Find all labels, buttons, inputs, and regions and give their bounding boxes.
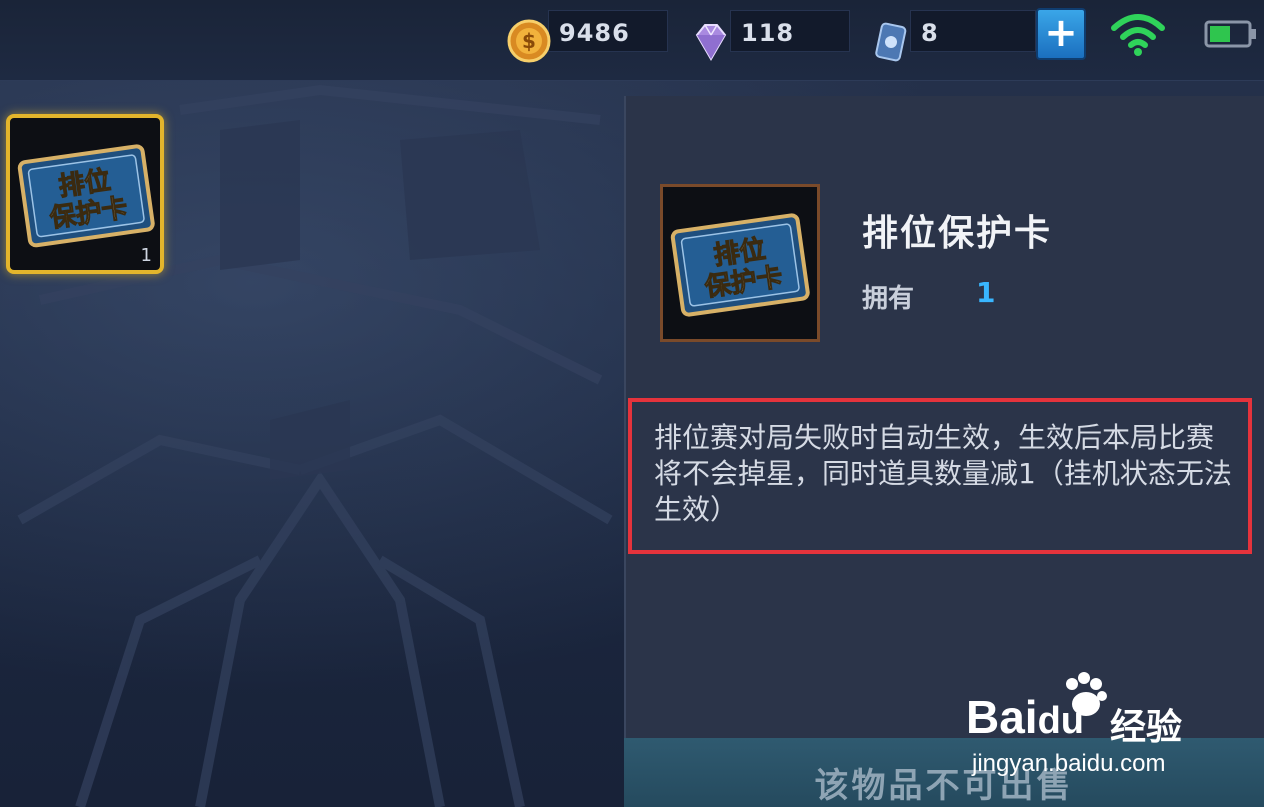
gold-coin-icon: $ (507, 19, 551, 63)
diamond-currency: 118 (695, 10, 850, 61)
watermark-cn: 经验 (1110, 707, 1183, 748)
item-description: 排位赛对局失败时自动生效，生效后本局比赛将不会掉星，同时道具数量减1（挂机状态无… (654, 421, 1232, 526)
wifi-icon (1111, 14, 1165, 56)
top-status-bar: $ 9486 118 8 + (0, 0, 1264, 81)
owned-count: 1 (976, 276, 996, 309)
svg-text:$: $ (522, 29, 536, 53)
watermark-brand-part2: du (1037, 700, 1085, 742)
rank-protection-card-icon: 排位 保护卡 (17, 144, 155, 248)
plus-icon: + (1044, 10, 1078, 56)
watermark-url: jingyan.baidu.com (972, 750, 1166, 777)
owned-label: 拥有 (862, 284, 915, 314)
inventory-slot-rank-protection-card[interactable]: 排位 保护卡 1 (6, 114, 164, 274)
watermark-brand: Baidu (966, 690, 1084, 744)
diamond-icon (695, 24, 727, 61)
description-highlight-box: 排位赛对局失败时自动生效，生效后本局比赛将不会掉星，同时道具数量减1（挂机状态无… (628, 398, 1252, 554)
voucher-icon (875, 22, 907, 62)
battery-icon (1204, 20, 1256, 48)
item-name: 排位保护卡 (862, 213, 1053, 254)
baidu-jingyan-watermark: Baidu 经验 jingyan.baidu.com (966, 670, 1206, 790)
detail-item-icon: 排位 保护卡 (660, 184, 820, 342)
diamond-value: 118 (741, 19, 795, 47)
gold-currency: $ 9486 (507, 10, 668, 63)
voucher-currency: 8 (875, 10, 1036, 62)
add-currency-button[interactable]: + (1036, 8, 1086, 60)
voucher-value: 8 (921, 19, 939, 47)
rank-protection-card-icon: 排位 保护卡 (670, 213, 810, 317)
watermark-brand-part1: Bai (966, 691, 1038, 743)
slot-count: 1 (140, 245, 152, 266)
gold-value: 9486 (559, 19, 630, 47)
